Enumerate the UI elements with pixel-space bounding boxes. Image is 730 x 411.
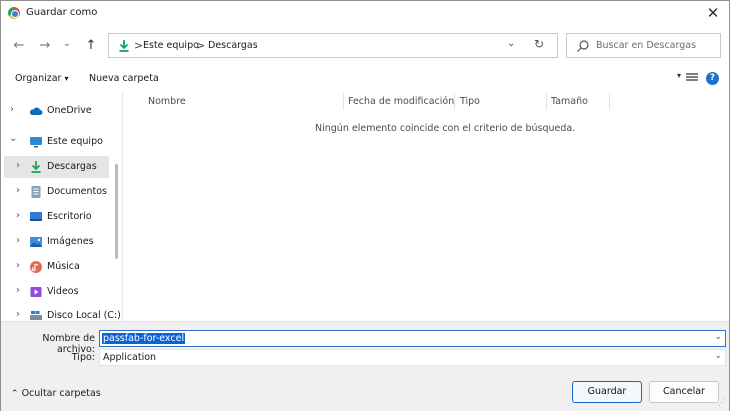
sidebar-item-label: Descargas <box>47 161 97 172</box>
chevron-right-icon[interactable]: › <box>16 185 20 196</box>
download-icon <box>119 40 129 52</box>
sidebar-item-label: OneDrive <box>47 105 92 116</box>
cancel-button[interactable]: Cancelar <box>649 381 719 403</box>
sidebar-item-label: Este equipo <box>47 136 103 147</box>
sidebar-item-este-equipo[interactable]: ⌄ Este equipo <box>4 131 109 153</box>
image-icon <box>30 237 42 247</box>
column-header-tipo[interactable]: Tipo <box>460 96 480 113</box>
resize-grip[interactable]: ⋰ <box>718 398 726 407</box>
breadcrumb-separator: > <box>196 39 206 52</box>
help-icon[interactable]: ? <box>706 72 719 85</box>
chevron-right-icon[interactable]: › <box>16 160 20 171</box>
pane-divider[interactable] <box>122 91 123 321</box>
hide-folders-button[interactable]: ⌃ Ocultar carpetas <box>11 388 101 399</box>
search-box[interactable]: Buscar en Descargas <box>566 33 721 58</box>
chevron-down-icon[interactable]: ▾ <box>677 71 681 80</box>
search-icon <box>577 40 589 52</box>
chevron-up-icon: ⌃ <box>11 389 19 399</box>
chevron-right-icon[interactable]: › <box>16 235 20 246</box>
sidebar-item-musica[interactable]: › Música <box>4 256 109 278</box>
chevron-right-icon[interactable]: › <box>16 260 20 271</box>
type-label: Tipo: <box>71 352 95 363</box>
sidebar-item-label: Videos <box>47 286 79 297</box>
sidebar-item-label: Imágenes <box>47 236 94 247</box>
video-icon <box>30 287 42 297</box>
desktop-icon <box>30 212 42 221</box>
sidebar-item-imagenes[interactable]: › Imágenes <box>4 231 109 253</box>
sidebar-item-label: Disco Local (C:) <box>47 310 121 321</box>
chevron-down-icon[interactable]: ⌄ <box>9 133 17 144</box>
column-header-tamano[interactable]: Tamaño <box>551 96 588 113</box>
sidebar-item-escritorio[interactable]: › Escritorio <box>4 206 109 228</box>
column-divider[interactable] <box>546 93 547 110</box>
document-icon <box>31 186 41 198</box>
save-button[interactable]: Guardar <box>572 381 642 403</box>
forward-button[interactable]: → <box>37 38 53 54</box>
back-button[interactable]: ← <box>11 38 27 54</box>
command-bar: Organizar ▾ Nueva carpeta <box>1 66 729 90</box>
chevron-right-icon[interactable]: › <box>10 104 14 115</box>
breadcrumb-separator: > <box>134 39 144 52</box>
download-icon <box>31 161 41 173</box>
chrome-icon <box>8 7 20 19</box>
address-bar[interactable]: > Este equipo > Descargas ⌄ ↻ <box>108 33 558 58</box>
cloud-icon <box>29 107 43 115</box>
sidebar-item-label: Documentos <box>47 186 107 197</box>
column-divider[interactable] <box>454 93 455 110</box>
window-title: Guardar como <box>26 7 98 18</box>
chevron-down-icon[interactable]: ⌄ <box>507 38 515 49</box>
save-as-dialog: Guardar como ✕ ← → ⌄ ↑ > Este equipo > D… <box>0 0 730 411</box>
title-bar: Guardar como ✕ <box>1 1 729 26</box>
breadcrumb-este-equipo[interactable]: Este equipo <box>143 40 199 51</box>
type-select[interactable]: Application ⌄ <box>99 349 726 366</box>
view-options-icon[interactable] <box>686 73 698 83</box>
sidebar-item-onedrive[interactable]: › OneDrive <box>4 100 109 122</box>
sidebar-item-label: Música <box>47 261 80 272</box>
chevron-right-icon[interactable]: › <box>16 285 20 296</box>
computer-icon <box>30 137 42 148</box>
recent-locations-button[interactable]: ⌄ <box>59 36 75 52</box>
chevron-right-icon[interactable]: › <box>16 309 20 320</box>
filename-field[interactable]: passfab-for-excel ⌄ <box>99 330 726 347</box>
chevron-down-icon: ▾ <box>64 74 69 83</box>
chevron-down-icon[interactable]: ⌄ <box>714 351 722 361</box>
drive-icon <box>30 311 42 320</box>
organize-button[interactable]: Organizar ▾ <box>15 73 69 84</box>
organize-label: Organizar <box>15 73 62 84</box>
chevron-right-icon[interactable]: › <box>16 210 20 221</box>
sidebar-item-descargas[interactable]: › Descargas <box>4 156 109 178</box>
sidebar-item-videos[interactable]: › Videos <box>4 281 109 303</box>
column-divider[interactable] <box>343 93 344 110</box>
up-button[interactable]: ↑ <box>83 38 99 54</box>
close-button[interactable]: ✕ <box>703 3 723 23</box>
navigation-pane: › OneDrive ⌄ Este equipo › Descargas › D… <box>1 91 121 321</box>
sidebar-item-documentos[interactable]: › Documentos <box>4 181 109 203</box>
column-header-nombre[interactable]: Nombre <box>148 96 186 113</box>
music-icon <box>30 261 42 273</box>
sidebar-item-disco-local[interactable]: › Disco Local (C:) <box>4 305 121 321</box>
column-divider[interactable] <box>609 93 610 110</box>
hide-folders-label: Ocultar carpetas <box>21 388 101 399</box>
search-input[interactable]: Buscar en Descargas <box>596 40 696 51</box>
sidebar-item-label: Escritorio <box>47 211 92 222</box>
filename-input[interactable]: passfab-for-excel <box>102 333 186 344</box>
sidebar-scrollbar[interactable] <box>115 164 118 259</box>
refresh-icon[interactable]: ↻ <box>534 37 544 51</box>
column-header-fecha[interactable]: Fecha de modificación <box>348 96 454 113</box>
new-folder-button[interactable]: Nueva carpeta <box>89 73 159 84</box>
chevron-down-icon[interactable]: ⌄ <box>714 332 722 342</box>
breadcrumb-descargas[interactable]: Descargas <box>208 40 258 51</box>
type-value: Application <box>103 352 157 363</box>
empty-message: Ningún elemento coincide con el criterio… <box>315 123 576 134</box>
